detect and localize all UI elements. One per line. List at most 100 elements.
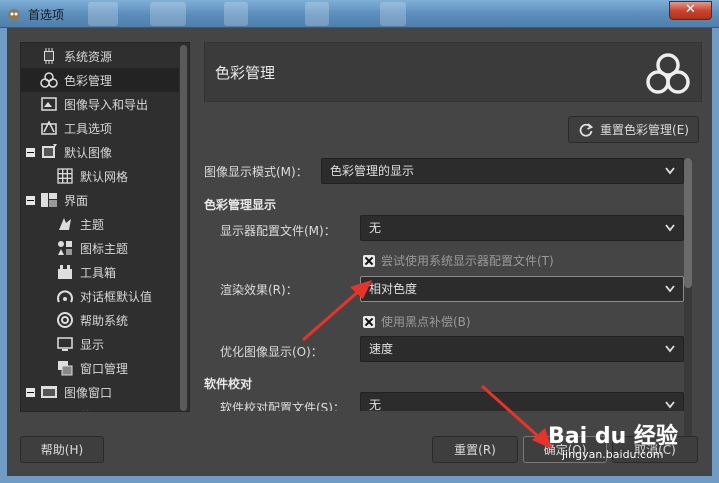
sidebar-item[interactable]: 默认网格 xyxy=(21,164,179,188)
background-blur xyxy=(305,2,329,26)
reset-button[interactable]: 重置(R) xyxy=(432,436,518,463)
sidebar-item-label: 对话框默认值 xyxy=(80,289,153,304)
window-frame: 外观 图像窗口 窗口管理 显示 帮助系统 对话框默认值工具箱 图标主题 主题 界面 默认网格 默认图… xyxy=(0,28,719,483)
rendering-intent-label: 渲染效果(R)： xyxy=(220,283,298,297)
reset-icon xyxy=(579,122,594,137)
chevron-down-icon xyxy=(665,401,675,409)
try-system-profile-checkbox[interactable]: 尝试使用系统显示器配置文件(T) xyxy=(363,252,554,269)
section-soft-proofing: 软件校对 xyxy=(204,377,253,391)
sidebar-item[interactable]: 外观 xyxy=(21,404,179,412)
watermark-logo: Bai du 经验 xyxy=(548,424,678,449)
help-system-icon xyxy=(55,311,75,329)
grid-icon xyxy=(55,167,75,185)
background-blur xyxy=(224,2,248,26)
collapse-icon[interactable] xyxy=(26,388,35,397)
tree-scrollbar[interactable] xyxy=(180,45,187,411)
sidebar-item-label: 系统资源 xyxy=(64,49,113,64)
background-blur xyxy=(150,2,186,26)
sidebar-item-label: 主题 xyxy=(80,217,105,232)
chevron-down-icon xyxy=(665,167,675,175)
optimize-display-label: 优化图像显示(O)： xyxy=(220,345,323,359)
gimp-app-icon xyxy=(8,9,20,21)
sidebar-item[interactable]: 图像窗口 xyxy=(21,380,179,404)
preferences-dialog: 外观 图像窗口 窗口管理 显示 帮助系统 对话框默认值工具箱 图标主题 主题 界面 默认网格 默认图… xyxy=(7,28,712,476)
panel-scrollbar[interactable] xyxy=(684,158,692,440)
chevron-down-icon xyxy=(665,224,675,232)
panel-header: 色彩管理 xyxy=(204,42,702,102)
sidebar-item-label: 显示 xyxy=(80,337,105,352)
sidebar-item[interactable]: 工具选项 xyxy=(21,116,179,140)
sidebar-item-label: 图标主题 xyxy=(80,241,129,256)
sidebar-item[interactable]: 窗口管理 xyxy=(21,356,179,380)
sidebar-item[interactable]: 界面 xyxy=(21,188,179,212)
sidebar-item[interactable]: 默认图像 xyxy=(21,140,179,164)
sidebar-item-label: 图像导入和导出 xyxy=(64,97,149,112)
sidebar-item-label: 帮助系统 xyxy=(80,313,129,328)
dialog-defaults-icon xyxy=(55,287,75,305)
color-management-icon xyxy=(646,53,690,94)
reset-button-label: 重置(R) xyxy=(454,443,496,457)
sidebar-item-label: 工具箱 xyxy=(80,265,117,280)
try-system-profile-label: 尝试使用系统显示器配置文件(T) xyxy=(381,254,554,268)
monitor-profile-label: 显示器配置文件(M)： xyxy=(220,224,336,238)
close-button[interactable]: ✕ xyxy=(669,1,712,20)
monitor-profile-select[interactable]: 无 xyxy=(360,215,684,241)
window-management-icon xyxy=(55,359,75,377)
sidebar-item[interactable]: 色彩管理 xyxy=(21,68,179,92)
checkbox-checked-icon xyxy=(363,254,375,267)
panel-scrollbar-thumb[interactable] xyxy=(684,158,692,288)
reset-color-management-button[interactable]: 重置色彩管理(E) xyxy=(568,116,699,143)
sidebar-item-label: 工具选项 xyxy=(64,121,113,136)
rendering-intent-value: 相对色度 xyxy=(369,282,418,296)
preferences-tree[interactable]: 外观 图像窗口 窗口管理 显示 帮助系统 对话框默认值工具箱 图标主题 主题 界面 默认网格 默认图… xyxy=(20,42,190,412)
sidebar-item[interactable]: 帮助系统 xyxy=(21,308,179,332)
sidebar-item[interactable]: 图像导入和导出 xyxy=(21,92,179,116)
softproof-profile-select[interactable]: 无 xyxy=(360,392,684,411)
checkbox-checked-icon xyxy=(363,315,375,328)
optimize-display-value: 速度 xyxy=(369,342,394,356)
default-image-icon xyxy=(39,143,59,161)
image-import-icon xyxy=(39,95,59,113)
toolbox-icon xyxy=(55,263,75,281)
appearance-icon xyxy=(55,407,75,411)
title-bar: 首选项 ✕ xyxy=(0,0,719,28)
sidebar-item[interactable]: 系统资源 xyxy=(21,44,179,68)
optimize-display-select[interactable]: 速度 xyxy=(360,336,684,362)
sidebar-item[interactable]: 工具箱 xyxy=(21,260,179,284)
window-title: 首选项 xyxy=(28,8,65,22)
monitor-profile-value: 无 xyxy=(369,221,382,235)
sidebar-item[interactable]: 主题 xyxy=(21,212,179,236)
sidebar-item-label: 窗口管理 xyxy=(80,361,129,376)
display-mode-select[interactable]: 色彩管理的显示 xyxy=(321,158,684,184)
sidebar-item-label: 外观 xyxy=(80,408,104,412)
background-blur xyxy=(88,2,118,26)
tool-options-icon xyxy=(39,119,59,137)
sidebar-item-label: 默认图像 xyxy=(64,145,113,160)
black-point-compensation-label: 使用黑点补偿(B) xyxy=(381,315,471,329)
sidebar-item[interactable]: 图标主题 xyxy=(21,236,179,260)
sidebar-item-label: 默认网格 xyxy=(80,169,129,184)
interface-icon xyxy=(39,191,59,209)
help-button[interactable]: 帮助(H) xyxy=(20,436,104,463)
reset-color-management-label: 重置色彩管理(E) xyxy=(600,123,689,137)
baidu-watermark: Bai du 经验 jingyan.baidu.com xyxy=(548,418,678,461)
display-mode-label: 图像显示模式(M)： xyxy=(204,165,308,179)
watermark-url: jingyan.baidu.com xyxy=(562,448,664,461)
sidebar-item-label: 界面 xyxy=(64,193,89,208)
sidebar-item[interactable]: 显示 xyxy=(21,332,179,356)
black-point-compensation-checkbox[interactable]: 使用黑点补偿(B) xyxy=(363,313,471,330)
sidebar-item[interactable]: 对话框默认值 xyxy=(21,284,179,308)
soft-proof-row-clip: 软件校对配置文件(S)： 无 xyxy=(204,392,694,411)
background-blur xyxy=(380,2,406,26)
softproof-profile-label: 软件校对配置文件(S)： xyxy=(220,401,345,411)
collapse-icon[interactable] xyxy=(26,196,35,205)
display-icon xyxy=(55,335,75,353)
panel-title: 色彩管理 xyxy=(215,64,276,82)
chevron-down-icon xyxy=(665,285,675,293)
sidebar-item-label: 色彩管理 xyxy=(64,73,113,88)
sidebar-item-label: 图像窗口 xyxy=(64,385,113,400)
softproof-profile-value: 无 xyxy=(369,398,382,411)
collapse-icon[interactable] xyxy=(26,148,35,157)
close-icon: ✕ xyxy=(685,2,696,17)
rendering-intent-select[interactable]: 相对色度 xyxy=(360,276,684,302)
